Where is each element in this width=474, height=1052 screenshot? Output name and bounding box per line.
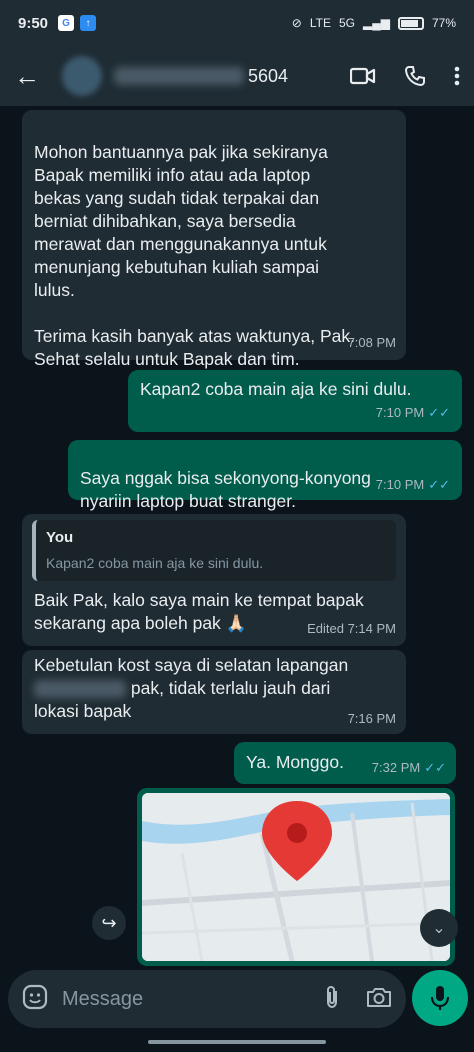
back-arrow-icon[interactable]: ←	[14, 61, 48, 92]
read-ticks-icon: ✓✓	[428, 405, 450, 420]
message-text: Saya nggak bisa sekonyong-konyong nyarii…	[80, 468, 371, 511]
quote-author: You	[46, 529, 74, 546]
redacted-name	[114, 67, 244, 85]
voice-call-icon[interactable]	[404, 65, 426, 87]
message-incoming[interactable]: Mohon bantuannya pak jika sekiranya Bapa…	[22, 110, 406, 369]
camera-icon[interactable]	[366, 986, 392, 1013]
message-outgoing[interactable]: Kapan2 coba main aja ke sini dulu. 7:10 …	[128, 370, 462, 432]
message-time: 7:10 PM	[375, 477, 425, 492]
map-preview[interactable]	[142, 793, 450, 961]
message-time: Edited 7:14 PM	[307, 621, 396, 636]
message-line: pak, tidak terlalu jauh dari	[34, 677, 394, 700]
sticker-icon[interactable]	[22, 984, 48, 1015]
input-actions	[324, 984, 392, 1015]
quoted-message[interactable]: You Kapan2 coba main aja ke sini dulu.	[32, 520, 396, 581]
quote-text: Kapan2 coba main aja ke sini dulu.	[46, 555, 264, 571]
read-ticks-icon: ✓✓	[428, 477, 450, 492]
message-meta: 7:10 PM ✓✓	[140, 401, 450, 424]
battery-icon	[397, 16, 424, 30]
location-message[interactable]	[137, 788, 455, 966]
avatar[interactable]	[62, 56, 102, 96]
message-text: Mohon bantuannya pak jika sekiranya Bapa…	[34, 142, 355, 369]
message-input[interactable]	[62, 987, 282, 1011]
microphone-button[interactable]	[412, 970, 468, 1026]
chat-area[interactable]: Mohon bantuannya pak jika sekiranya Bapa…	[0, 106, 474, 970]
message-incoming-reply[interactable]: You Kapan2 coba main aja ke sini dulu. B…	[22, 514, 406, 646]
message-line: Kebetulan kost saya di selatan lapangan	[34, 655, 349, 675]
app-notification-icon: ↑	[80, 15, 97, 31]
video-call-icon[interactable]	[350, 66, 376, 86]
message-time: 7:10 PM	[375, 405, 425, 420]
message-time: 7:08 PM	[347, 335, 396, 350]
google-icon: G	[58, 15, 75, 31]
more-options-icon[interactable]	[454, 66, 460, 86]
battery-percent: 77%	[431, 16, 456, 30]
message-outgoing[interactable]: Saya nggak bisa sekonyong-konyong nyarii…	[68, 440, 462, 511]
contact-name[interactable]: 5604	[114, 66, 288, 87]
message-meta: 7:32 PM ✓✓	[372, 756, 446, 779]
message-outgoing[interactable]: Ya. Monggo. 7:32 PM ✓✓	[234, 742, 456, 784]
network-label: 5G	[338, 16, 355, 30]
microphone-icon	[430, 986, 450, 1010]
status-bar: 9:50 G ↑ ⊘ LTE 5G ▂▄▆ 77%	[0, 0, 474, 46]
message-input-pill[interactable]	[8, 970, 406, 1028]
message-incoming[interactable]: Kebetulan kost saya di selatan lapangan …	[22, 650, 406, 734]
scroll-down-icon[interactable]: ⌄	[420, 909, 458, 947]
message-line-tail: pak, tidak terlalu jauh dari	[126, 678, 331, 698]
lte-label: LTE	[309, 16, 331, 30]
message-text: Ya. Monggo.	[246, 752, 344, 772]
message-time: 7:16 PM	[347, 711, 396, 726]
forward-icon[interactable]: ↪	[92, 906, 126, 940]
mute-icon: ⊘	[291, 16, 302, 30]
pray-emoji: 🙏🏻	[225, 614, 247, 633]
chat-header: ← 5604	[0, 46, 474, 106]
attach-icon[interactable]	[324, 984, 340, 1015]
signal-icon: ▂▄▆	[363, 16, 390, 30]
message-time: 7:32 PM	[371, 760, 421, 775]
header-actions	[350, 65, 460, 87]
contact-visible-part: 5604	[248, 65, 289, 86]
redacted-text	[34, 680, 126, 699]
message-text: Kapan2 coba main aja ke sini dulu.	[140, 379, 412, 399]
status-icons: ⊘ LTE 5G ▂▄▆ 77%	[292, 16, 456, 30]
message-line: lokasi bapak	[34, 701, 132, 721]
home-indicator[interactable]	[148, 1040, 326, 1044]
clock: 9:50	[18, 14, 49, 32]
message-meta: 7:10 PM ✓✓	[376, 473, 450, 496]
read-ticks-icon: ✓✓	[424, 760, 446, 775]
